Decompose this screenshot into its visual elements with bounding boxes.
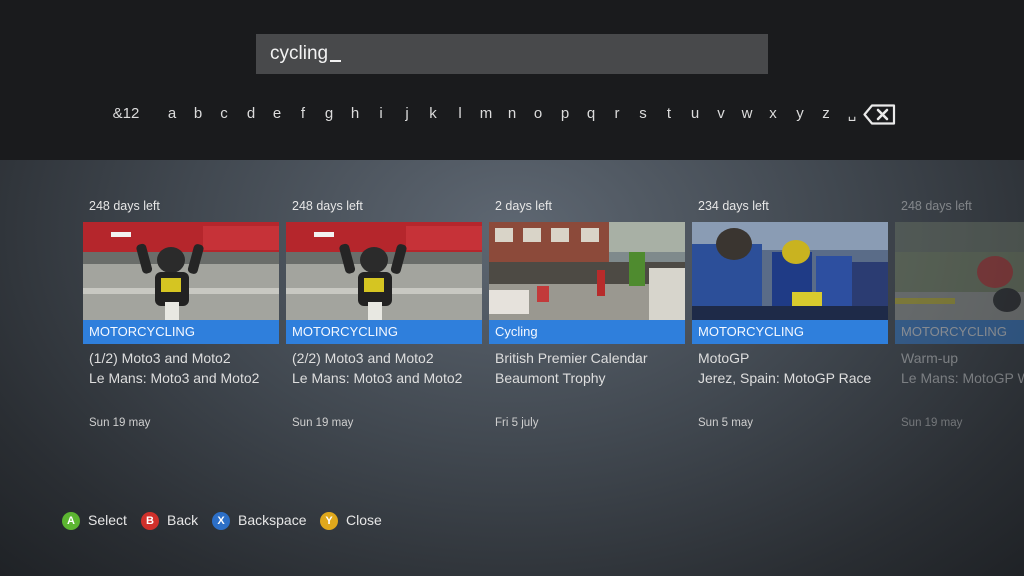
key-a[interactable]: a [168,100,176,128]
category-label: MOTORCYCLING [83,320,279,344]
key-k[interactable]: k [429,100,437,128]
b-button-icon: B [141,512,159,530]
result-subtitle: Le Mans: Moto3 and Moto2 [89,370,260,386]
result-subtitle: Le Mans: Moto3 and Moto2 [292,370,463,386]
result-tile[interactable]: 234 days left MOTORCYCLING MotoGP Jerez,… [692,190,888,440]
days-left: 248 days left [901,199,972,213]
result-tile[interactable]: 248 days left MOTORCYCLING Warm-up Le Ma… [895,190,1024,440]
key-x[interactable]: x [769,100,777,128]
result-title: (2/2) Moto3 and Moto2 [292,350,434,366]
backspace-icon[interactable] [863,104,896,125]
result-title: British Premier Calendar [495,350,648,366]
key-l[interactable]: l [458,100,461,128]
result-title: (1/2) Moto3 and Moto2 [89,350,231,366]
x-button-icon: X [212,512,230,530]
result-date: Sun 19 may [292,417,354,429]
a-button-icon: A [62,512,80,530]
result-date: Sun 19 may [89,417,151,429]
key-f[interactable]: f [301,100,305,128]
category-label: MOTORCYCLING [895,320,1024,344]
result-subtitle: Le Mans: MotoGP W [901,370,1024,386]
key-g[interactable]: g [325,100,333,128]
result-tile[interactable]: 248 days left MOTORCYCLING (1/2) Moto3 a… [83,190,279,440]
result-tile[interactable]: 2 days left Cycling British Premier Cale… [489,190,685,440]
result-date: Fri 5 july [495,417,539,429]
key-n[interactable]: n [508,100,516,128]
days-left: 2 days left [495,199,552,213]
key-p[interactable]: p [561,100,569,128]
text-caret [330,60,342,62]
key-q[interactable]: q [587,100,595,128]
key-d[interactable]: d [247,100,255,128]
key-t[interactable]: t [667,100,671,128]
key-m[interactable]: m [480,100,493,128]
key-j[interactable]: j [405,100,408,128]
key-u[interactable]: u [691,100,699,128]
search-input[interactable]: cycling [256,34,768,74]
result-date: Sun 19 may [901,417,963,429]
key-s[interactable]: s [639,100,647,128]
key-i[interactable]: i [379,100,382,128]
key-space[interactable]: ␣ [848,100,856,128]
key-v[interactable]: v [717,100,725,128]
key-y[interactable]: y [796,100,804,128]
result-subtitle: Beaumont Trophy [495,370,606,386]
days-left: 248 days left [89,199,160,213]
key-w[interactable]: w [742,100,753,128]
video-thumbnail [286,222,482,320]
keyboard-panel: cycling &12 a b c d e f g h i j k l m n … [0,0,1024,160]
key-h[interactable]: h [351,100,359,128]
key-r[interactable]: r [615,100,620,128]
result-date: Sun 5 may [698,417,753,429]
key-symbols[interactable]: &12 [113,100,140,128]
days-left: 248 days left [292,199,363,213]
key-b[interactable]: b [194,100,202,128]
legend-label: Backspace [238,512,307,528]
result-tile[interactable]: 248 days left MOTORCYCLING (2/2) Moto3 a… [286,190,482,440]
category-label: MOTORCYCLING [286,320,482,344]
key-o[interactable]: o [534,100,542,128]
search-query: cycling [270,43,342,65]
video-thumbnail [895,222,1024,320]
video-thumbnail [692,222,888,320]
days-left: 234 days left [698,199,769,213]
key-z[interactable]: z [822,100,830,128]
result-title: MotoGP [698,350,750,366]
result-title: Warm-up [901,350,959,366]
category-label: Cycling [489,320,685,344]
key-c[interactable]: c [220,100,228,128]
legend-label: Back [167,512,199,528]
search-results: 248 days left MOTORCYCLING (1/2) Moto3 a… [0,190,1024,450]
legend-label: Close [346,512,382,528]
result-subtitle: Jerez, Spain: MotoGP Race [698,370,872,386]
key-e[interactable]: e [273,100,281,128]
video-thumbnail [83,222,279,320]
video-thumbnail [489,222,685,320]
legend-label: Select [88,512,127,528]
category-label: MOTORCYCLING [692,320,888,344]
y-button-icon: Y [320,512,338,530]
